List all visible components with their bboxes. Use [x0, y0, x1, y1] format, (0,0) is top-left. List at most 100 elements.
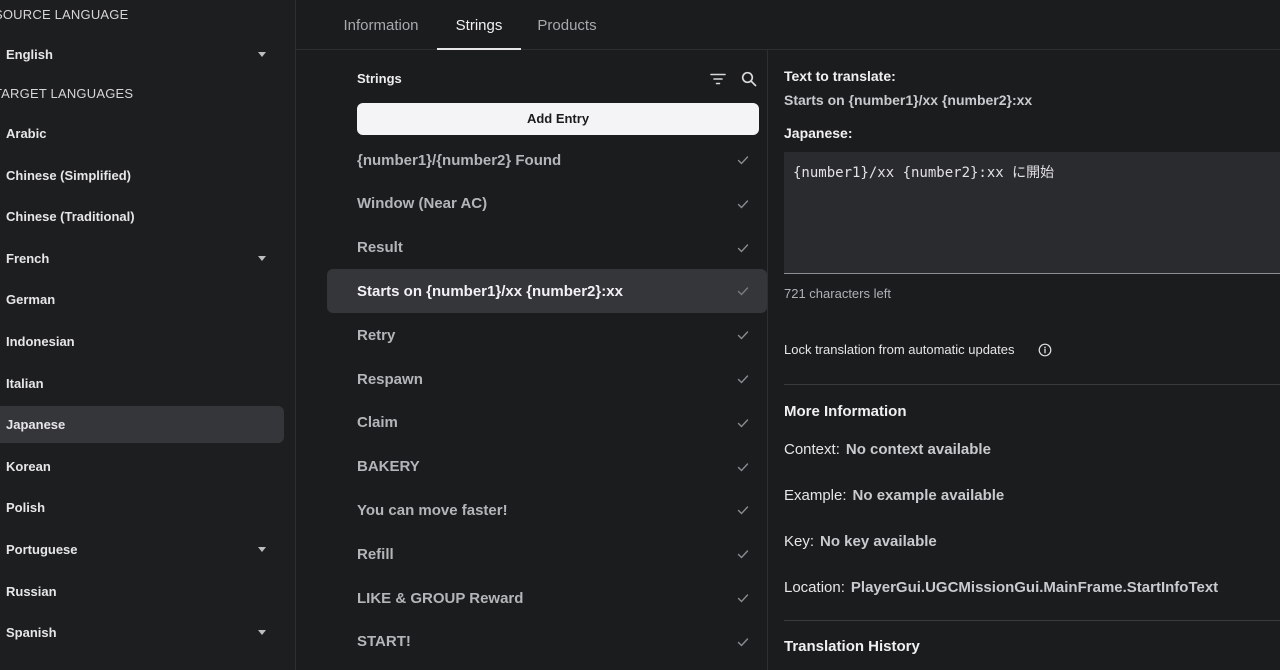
string-list-item[interactable]: {number1}/{number2} Found [327, 138, 767, 182]
add-entry-button[interactable]: Add Entry [357, 103, 759, 135]
lock-translation-label[interactable]: Lock translation from automatic updates [784, 342, 1015, 357]
string-list-item[interactable]: Starts on {number1}/xx {number2}:xx [327, 269, 767, 314]
check-icon [737, 462, 749, 472]
string-list-item[interactable]: LIKE & GROUP Reward [327, 576, 767, 620]
language-label: Japanese [6, 417, 66, 433]
string-list-item[interactable]: Refill [327, 532, 767, 576]
text-to-translate-label: Text to translate: [784, 68, 896, 84]
source-language-select[interactable]: English [0, 36, 284, 73]
language-item-arabic[interactable]: Arabic [0, 115, 284, 152]
check-icon [737, 550, 749, 559]
string-list-item[interactable]: You can move faster! [327, 488, 767, 532]
panel-divider [767, 50, 768, 670]
translation-textarea[interactable]: {number1}/xx {number2}:xx に開始 [784, 152, 1280, 274]
language-item-portuguese[interactable]: Portuguese [0, 531, 284, 568]
string-list-item[interactable]: Respawn [327, 357, 767, 401]
language-label: Arabic [6, 126, 47, 141]
string-item-text: {number1}/{number2} Found [357, 151, 562, 169]
check-icon [737, 156, 749, 165]
language-label: Spanish [6, 625, 57, 641]
chevron-down-icon[interactable] [258, 547, 266, 552]
strings-panel-title: Strings [357, 71, 402, 86]
chevron-down-icon[interactable] [258, 630, 266, 636]
check-icon [737, 200, 749, 209]
tab-information[interactable]: Information [326, 0, 436, 50]
string-item-text: Refill [357, 545, 394, 563]
language-label: Korean [6, 458, 51, 474]
language-item-italian[interactable]: Italian [0, 365, 284, 402]
language-label: Polish [6, 500, 46, 516]
string-item-text: You can move faster! [357, 501, 508, 519]
string-item-text: Claim [357, 414, 398, 432]
key-key: Key: [784, 533, 815, 550]
filter-icon[interactable] [709, 70, 727, 88]
key-value: No key available [820, 533, 937, 550]
characters-left: 721 characters left [784, 286, 891, 301]
string-item-text: Result [357, 239, 403, 257]
translation-history-title: Translation History [784, 638, 920, 655]
source-text: Starts on {number1}/xx {number2}:xx [784, 92, 1033, 108]
language-item-indonesian[interactable]: Indonesian [0, 323, 284, 360]
string-list-item[interactable]: Retry [327, 313, 767, 357]
language-label: Portuguese [6, 542, 78, 557]
string-list-item[interactable]: Claim [327, 401, 767, 445]
more-information-title: More Information [784, 403, 907, 420]
target-language-label: Japanese: [784, 125, 853, 141]
string-list-item[interactable]: START! [327, 620, 767, 664]
chevron-down-icon [258, 52, 266, 57]
string-list-item[interactable]: Result [327, 226, 767, 270]
string-list-item[interactable]: BAKERY [327, 445, 767, 489]
location-key: Location: [784, 579, 845, 596]
key-row: Key: No key available [784, 533, 937, 550]
divider [784, 384, 1280, 385]
tab-strings[interactable]: Strings [437, 0, 521, 50]
string-item-text: Retry [357, 326, 396, 344]
check-icon [737, 243, 749, 253]
tab-bar: Information Strings Products [296, 0, 1280, 50]
strings-panel: Strings Add Entry {number1}/{number2} Fo… [327, 50, 767, 670]
language-label: Indonesian [6, 334, 75, 349]
language-item-polish[interactable]: Polish [0, 489, 284, 526]
language-item-chinese-traditional[interactable]: Chinese (Traditional) [0, 198, 284, 235]
language-label: French [6, 250, 50, 266]
language-label: Chinese (Traditional) [6, 209, 135, 225]
example-key: Example: [784, 487, 847, 504]
string-item-text: Respawn [357, 370, 423, 388]
language-item-japanese[interactable]: Japanese [0, 406, 284, 444]
language-label: German [6, 292, 56, 308]
check-icon [737, 638, 749, 647]
divider [784, 620, 1280, 621]
language-item-spanish[interactable]: Spanish [0, 614, 284, 651]
language-item-russian[interactable]: Russian [0, 573, 284, 610]
check-icon [737, 506, 749, 515]
language-item-french[interactable]: French [0, 240, 284, 277]
string-item-text: BAKERY [357, 458, 420, 476]
example-value: No example available [852, 487, 1005, 504]
tab-products[interactable]: Products [526, 0, 608, 50]
language-sidebar: SOURCE LANGUAGE English TARGET LANGUAGES… [0, 0, 296, 670]
language-label: Russian [6, 583, 57, 599]
string-list-item[interactable]: Window (Near AC) [327, 182, 767, 226]
chevron-down-icon[interactable] [258, 255, 266, 261]
info-icon[interactable] [1038, 343, 1052, 357]
target-languages-label: TARGET LANGUAGES [0, 86, 134, 101]
source-language-value: English [6, 47, 53, 62]
source-language-label: SOURCE LANGUAGE [0, 7, 129, 22]
context-row: Context: No context available [784, 441, 991, 458]
search-icon[interactable] [740, 70, 758, 88]
string-item-text: Starts on {number1}/xx {number2}:xx [357, 282, 623, 300]
check-icon [737, 375, 749, 384]
translation-detail: Text to translate: Starts on {number1}/x… [784, 50, 1280, 670]
language-label: Chinese (Simplified) [6, 167, 131, 183]
example-row: Example: No example available [784, 487, 1004, 504]
check-icon [737, 331, 749, 340]
context-value: No context available [845, 441, 991, 458]
language-item-korean[interactable]: Korean [0, 448, 284, 485]
language-item-german[interactable]: German [0, 281, 284, 318]
string-item-text: Window (Near AC) [357, 195, 488, 213]
location-row: Location: PlayerGui.UGCMissionGui.MainFra… [784, 579, 1218, 596]
check-icon [737, 594, 749, 603]
check-icon [737, 287, 749, 296]
language-item-chinese-simplified[interactable]: Chinese (Simplified) [0, 157, 284, 194]
context-key: Context: [784, 441, 840, 458]
